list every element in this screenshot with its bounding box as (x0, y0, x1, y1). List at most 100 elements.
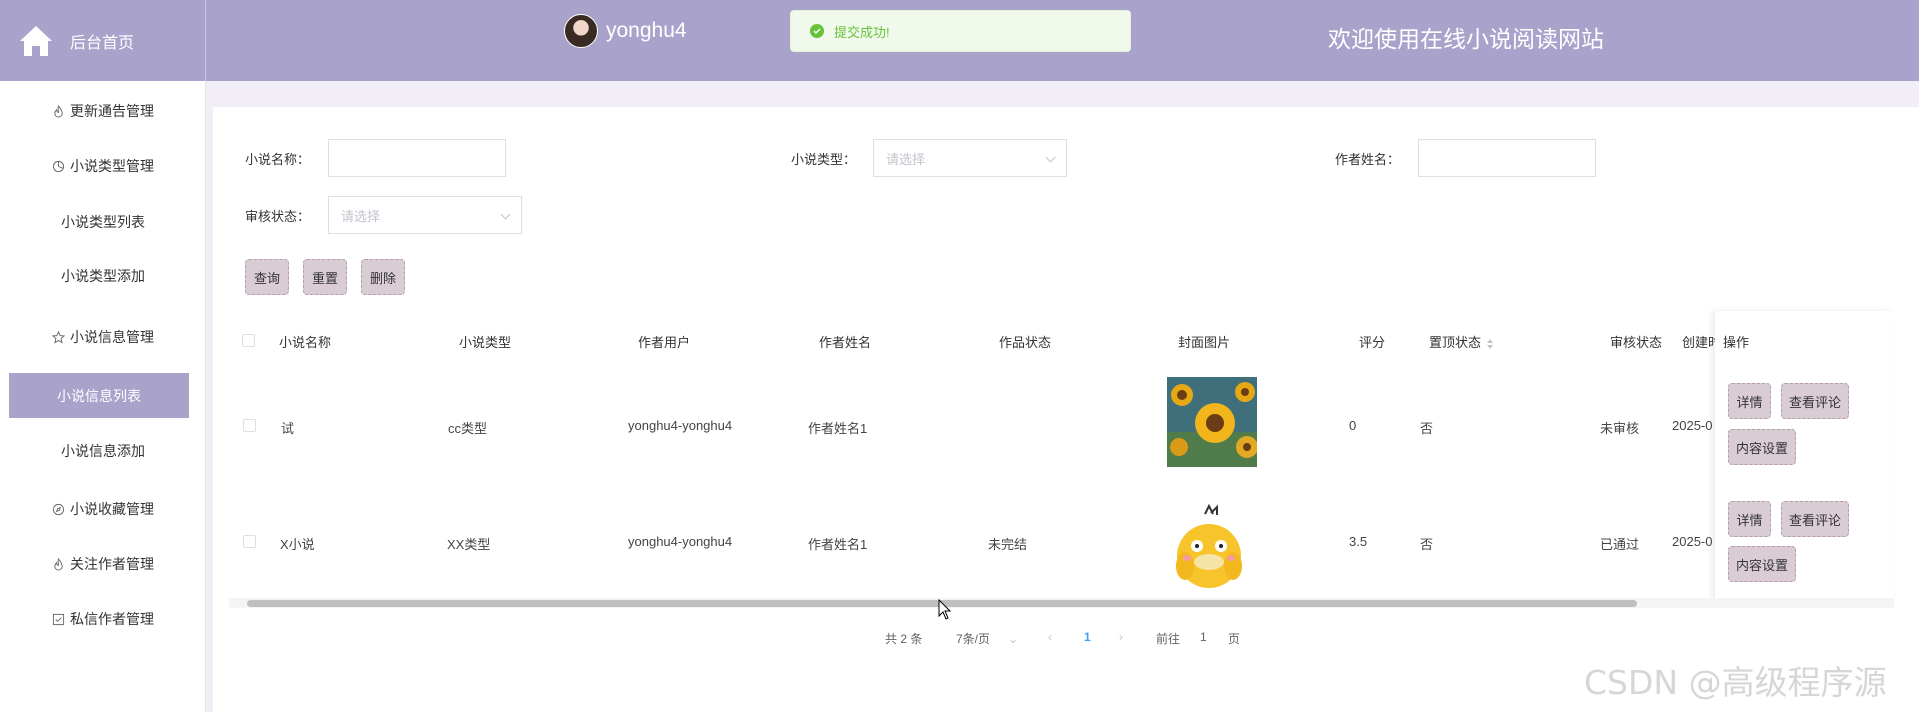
sidebar-item-label: 私信作者管理 (70, 611, 154, 627)
sidebar-item-follow-authors[interactable]: 关注作者管理 (0, 547, 206, 581)
page-size-select[interactable]: 7条/页 ⌄ (956, 630, 1018, 647)
mouse-cursor-icon (938, 599, 952, 620)
view-comments-button[interactable]: 查看评论 (1781, 383, 1849, 419)
toast-message: 提交成功! (834, 24, 890, 40)
delete-button[interactable]: 删除 (361, 259, 405, 295)
cover-image-duck (1167, 500, 1257, 590)
sidebar-item-novel-type-list[interactable]: 小说类型列表 (0, 205, 206, 239)
sidebar-item-label: 小说类型添加 (61, 268, 145, 284)
col-top-status-label: 置顶状态 (1429, 335, 1482, 350)
cell-novel-type: cc类型 (448, 421, 488, 436)
sidebar-item-novel-info[interactable]: 小说信息管理 (0, 320, 206, 354)
page-number-current[interactable]: 1 (1084, 630, 1091, 644)
check-circle-icon (810, 24, 824, 38)
audit-status-placeholder: 请选择 (341, 208, 381, 224)
username: yonghu4 (606, 19, 687, 42)
cell-top-status: 否 (1420, 421, 1434, 436)
view-comments-button[interactable]: 查看评论 (1781, 501, 1849, 537)
novel-type-label: 小说类型： (791, 152, 857, 167)
cell-author-name: 作者姓名1 (808, 421, 868, 436)
col-author-name: 作者姓名 (819, 335, 872, 350)
cell-author-name: 作者姓名1 (808, 537, 868, 552)
content-settings-button[interactable]: 内容设置 (1728, 546, 1796, 582)
chevron-down-icon (1045, 152, 1056, 163)
detail-button[interactable]: 详情 (1728, 383, 1771, 419)
row-checkbox[interactable] (243, 535, 256, 548)
col-author-user: 作者用户 (638, 335, 691, 350)
cell-top-status: 否 (1420, 537, 1434, 552)
sidebar-item-novel-favorites[interactable]: 小说收藏管理 (0, 492, 206, 526)
cell-author-user: yonghu4-yonghu4 (628, 534, 733, 549)
goto-page-input[interactable]: 1 (1200, 630, 1207, 644)
page-size-value: 7条/页 (956, 632, 991, 646)
home-icon (20, 25, 52, 56)
user-info[interactable]: yonghu4 (564, 14, 687, 48)
avatar[interactable] (564, 14, 598, 48)
cover-image-sunflowers (1167, 377, 1257, 467)
sidebar-item-novel-info-list[interactable]: 小说信息列表 (9, 373, 189, 418)
home-label: 后台首页 (70, 34, 135, 52)
star-icon (52, 330, 65, 344)
author-name-input[interactable] (1418, 139, 1596, 177)
novel-type-select[interactable]: 请选择 (873, 139, 1067, 177)
sidebar-item-label: 小说类型列表 (61, 214, 145, 230)
novel-name-label: 小说名称： (245, 152, 311, 167)
cell-novel-type: XX类型 (447, 537, 491, 552)
sidebar: 更新通告管理 小说类型管理 小说类型列表 小说类型添加 小说信息管理 小说信息列… (0, 81, 206, 712)
sidebar-item-novel-info-add[interactable]: 小说信息添加 (0, 434, 206, 468)
next-page-icon[interactable]: › (1119, 630, 1123, 644)
chevron-down-icon: ⌄ (1008, 632, 1019, 646)
chart-icon (52, 160, 65, 172)
sidebar-item-update-notices[interactable]: 更新通告管理 (0, 94, 206, 128)
row-checkbox[interactable] (243, 419, 256, 432)
success-toast: 提交成功! (790, 10, 1131, 52)
sidebar-item-label: 小说信息添加 (61, 443, 145, 459)
watermark: CSDN @高级程序源 (1584, 663, 1887, 702)
cell-created-time: 2025-0 (1672, 418, 1713, 433)
audit-status-label: 审核状态： (245, 209, 311, 224)
cell-score: 3.5 (1349, 534, 1368, 549)
col-novel-type: 小说类型 (459, 335, 512, 350)
query-button[interactable]: 查询 (245, 259, 289, 295)
pagination-total: 共 2 条 (885, 632, 923, 646)
cell-created-time: 2025-0 (1672, 534, 1713, 549)
sidebar-item-label: 小说信息列表 (57, 387, 141, 404)
cell-novel-name: X小说 (280, 537, 315, 552)
author-name-label: 作者姓名： (1335, 152, 1401, 167)
goto-suffix: 页 (1228, 632, 1241, 646)
sort-icon[interactable] (1487, 338, 1494, 349)
col-work-status: 作品状态 (999, 335, 1052, 350)
sidebar-item-message-authors[interactable]: 私信作者管理 (0, 602, 206, 636)
col-operations: 操作 (1723, 335, 1750, 350)
sidebar-item-label: 小说信息管理 (70, 329, 154, 345)
sidebar-item-label: 小说类型管理 (70, 158, 154, 174)
audit-status-select[interactable]: 请选择 (328, 196, 522, 234)
col-audit-status: 审核状态 (1610, 335, 1663, 350)
col-score: 评分 (1359, 335, 1386, 350)
novel-type-placeholder: 请选择 (886, 151, 926, 167)
sidebar-item-label: 更新通告管理 (70, 103, 154, 119)
sidebar-item-novel-types[interactable]: 小说类型管理 (0, 149, 206, 183)
sidebar-item-novel-type-add[interactable]: 小说类型添加 (0, 259, 206, 293)
cell-audit-status: 已通过 (1600, 537, 1640, 552)
sidebar-item-label: 小说收藏管理 (70, 501, 154, 517)
reset-button[interactable]: 重置 (303, 259, 347, 295)
home-link[interactable]: 后台首页 (0, 0, 206, 81)
col-cover-image: 封面图片 (1178, 335, 1231, 350)
prev-page-icon[interactable]: ‹ (1048, 630, 1052, 644)
content-settings-button[interactable]: 内容设置 (1728, 429, 1796, 465)
site-title: 欢迎使用在线小说阅读网站 (1328, 26, 1604, 52)
compass-icon (52, 503, 65, 515)
col-top-status[interactable]: 置顶状态 (1429, 332, 1494, 351)
detail-button[interactable]: 详情 (1728, 501, 1771, 537)
sidebar-item-label: 关注作者管理 (70, 556, 154, 572)
cell-audit-status: 未审核 (1600, 421, 1640, 436)
select-all-checkbox[interactable] (242, 334, 255, 347)
cell-novel-name: 试 (281, 421, 295, 436)
cell-score: 0 (1349, 418, 1357, 433)
flame-icon (54, 104, 63, 118)
cell-author-user: yonghu4-yonghu4 (628, 418, 733, 433)
goto-prefix: 前往 (1156, 632, 1181, 646)
novel-name-input[interactable] (328, 139, 506, 177)
col-novel-name: 小说名称 (279, 335, 332, 350)
